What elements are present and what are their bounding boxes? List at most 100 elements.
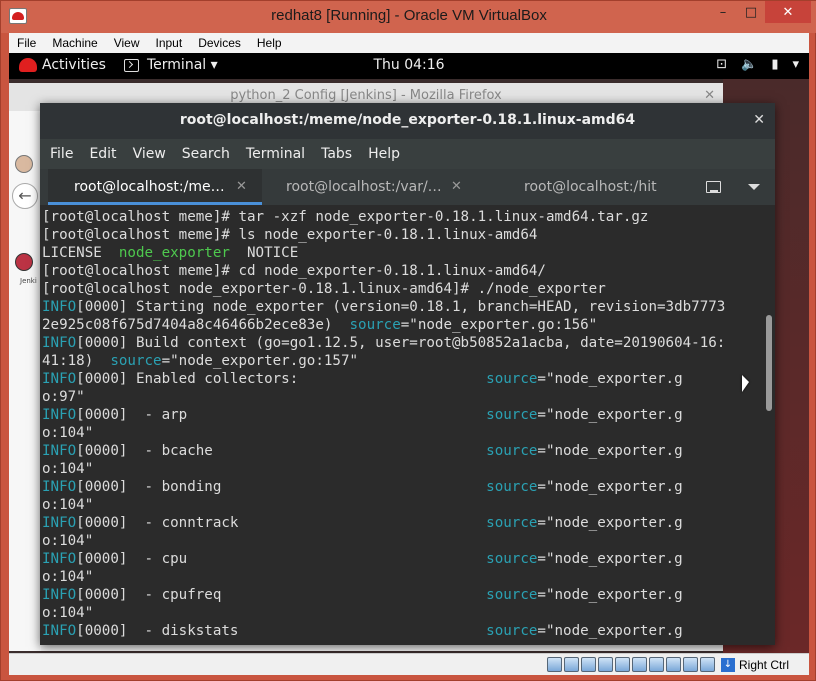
terminal-menu-search[interactable]: Search bbox=[174, 146, 238, 162]
terminal-menu-tabs[interactable]: Tabs bbox=[313, 146, 360, 162]
terminal-text: NOTICE bbox=[229, 245, 299, 261]
terminal-line: [root@localhost meme]# tar -xzf node_exp… bbox=[42, 208, 764, 226]
tabs-menu-icon[interactable] bbox=[748, 184, 760, 190]
menu-file[interactable]: File bbox=[9, 36, 44, 50]
terminal-text: source bbox=[349, 317, 401, 333]
host-key-label: Right Ctrl bbox=[738, 658, 789, 672]
maximize-icon[interactable]: □ bbox=[737, 1, 765, 23]
terminal-text: INFO bbox=[42, 587, 77, 603]
menu-machine[interactable]: Machine bbox=[44, 36, 105, 50]
gnome-top-bar: Activities Terminal ▾ Thu 04:16 ⊡ 🔈 ▮ ▾ bbox=[9, 53, 809, 79]
terminal-line: [root@localhost meme]# cd node_exporter-… bbox=[42, 262, 764, 280]
terminal-text: source bbox=[486, 407, 538, 423]
network-icon: ⊡ bbox=[716, 57, 728, 72]
video-capture-icon[interactable] bbox=[666, 657, 681, 672]
terminal-text: [0000] - cpu bbox=[76, 551, 487, 567]
terminal-text: INFO bbox=[42, 299, 77, 315]
terminal-menu-file[interactable]: File bbox=[42, 146, 81, 162]
terminal-tab-bar: root@localhost:/me… ✕ root@localhost:/va… bbox=[40, 169, 775, 205]
terminal-text: ="node_exporter.go:156" bbox=[400, 317, 598, 333]
terminal-text: [0000] - arp bbox=[76, 407, 487, 423]
tab-label: root@localhost:/hit bbox=[524, 179, 657, 195]
terminal-text: source bbox=[486, 371, 538, 387]
mouse-integration-icon[interactable] bbox=[700, 657, 715, 672]
terminal-text: LICENSE bbox=[42, 245, 119, 261]
terminal-line: [root@localhost meme]# ls node_exporter-… bbox=[42, 226, 764, 244]
terminal-line: o:104" bbox=[42, 460, 764, 478]
menu-view[interactable]: View bbox=[106, 36, 148, 50]
menu-help[interactable]: Help bbox=[249, 36, 290, 50]
terminal-app-icon bbox=[124, 59, 139, 72]
window-controls: – □ ✕ bbox=[709, 1, 811, 23]
tab-label: root@localhost:/var/… bbox=[286, 179, 442, 195]
terminal-menu-edit[interactable]: Edit bbox=[81, 146, 124, 162]
jenkins-label: Jenki bbox=[20, 277, 37, 285]
terminal-output[interactable]: [root@localhost meme]# tar -xzf node_exp… bbox=[40, 205, 764, 643]
tab-1[interactable]: root@localhost:/me… bbox=[48, 169, 262, 205]
menu-devices[interactable]: Devices bbox=[190, 36, 249, 50]
terminal-line: 2e925c08f675d7404a8c46466b2ece83e) sourc… bbox=[42, 316, 764, 334]
terminal-line: INFO[0000] - conntrack source="node_expo… bbox=[42, 514, 764, 532]
tab-3[interactable]: root@localhost:/hit bbox=[524, 169, 684, 205]
virtualbox-titlebar[interactable]: redhat8 [Running] - Oracle VM VirtualBox… bbox=[1, 1, 816, 33]
terminal-text: INFO bbox=[42, 479, 77, 495]
usb-icon[interactable] bbox=[615, 657, 630, 672]
terminal-window[interactable]: root@localhost:/meme/node_exporter-0.18.… bbox=[40, 103, 775, 645]
terminal-text: o:104" bbox=[42, 425, 94, 441]
terminal-text: [0000] - bonding bbox=[76, 479, 487, 495]
terminal-close-icon[interactable]: ✕ bbox=[753, 112, 765, 128]
tab-2[interactable]: root@localhost:/var/… bbox=[286, 169, 506, 205]
terminal-text: ="node_exporter.g bbox=[537, 587, 683, 603]
activities-button[interactable]: Activities bbox=[42, 57, 106, 73]
terminal-text: INFO bbox=[42, 443, 77, 459]
terminal-line: INFO[0000] - cpu source="node_exporter.g bbox=[42, 550, 764, 568]
terminal-line: INFO[0000] Starting node_exporter (versi… bbox=[42, 298, 764, 316]
terminal-line: [root@localhost node_exporter-0.18.1.lin… bbox=[42, 280, 764, 298]
tab-close-icon[interactable]: ✕ bbox=[236, 179, 247, 194]
back-arrow-icon[interactable]: ← bbox=[12, 183, 38, 209]
terminal-line: 41:18) source="node_exporter.go:157" bbox=[42, 352, 764, 370]
minimize-icon[interactable]: – bbox=[709, 1, 737, 23]
terminal-text: source bbox=[486, 623, 538, 639]
terminal-text: source bbox=[110, 353, 162, 369]
terminal-menu-help[interactable]: Help bbox=[360, 146, 408, 162]
terminal-text: ="node_exporter.g bbox=[537, 407, 683, 423]
terminal-text: [root@localhost meme]# tar -xzf node_exp… bbox=[42, 209, 649, 225]
display-icon[interactable] bbox=[649, 657, 664, 672]
terminal-menubar: File Edit View Search Terminal Tabs Help bbox=[40, 139, 775, 169]
terminal-line: INFO[0000] - bonding source="node_export… bbox=[42, 478, 764, 496]
tab-label: root@localhost:/me… bbox=[74, 179, 225, 195]
network-adapter-icon[interactable] bbox=[598, 657, 613, 672]
terminal-text: INFO bbox=[42, 515, 77, 531]
optical-drive-icon[interactable] bbox=[564, 657, 579, 672]
terminal-text: INFO bbox=[42, 335, 77, 351]
terminal-text: ="node_exporter.g bbox=[537, 623, 683, 639]
menu-input[interactable]: Input bbox=[148, 36, 191, 50]
jenkins-logo-icon[interactable] bbox=[15, 253, 33, 271]
firefox-close-icon[interactable]: ✕ bbox=[704, 88, 715, 103]
new-window-icon[interactable] bbox=[706, 181, 721, 193]
hard-disk-icon[interactable] bbox=[547, 657, 562, 672]
terminal-line: INFO[0000] Build context (go=go1.12.5, u… bbox=[42, 334, 764, 352]
terminal-text: source bbox=[486, 587, 538, 603]
chevron-down-icon: ▾ bbox=[792, 57, 799, 72]
vt-x-icon[interactable] bbox=[683, 657, 698, 672]
terminal-text: o:104" bbox=[42, 497, 94, 513]
close-icon[interactable]: ✕ bbox=[765, 1, 811, 23]
scrollbar-thumb[interactable] bbox=[766, 315, 772, 411]
terminal-menu-terminal[interactable]: Terminal bbox=[238, 146, 313, 162]
system-status-area[interactable]: ⊡ 🔈 ▮ ▾ bbox=[716, 57, 799, 72]
guest-screen[interactable]: Activities Terminal ▾ Thu 04:16 ⊡ 🔈 ▮ ▾ … bbox=[9, 53, 809, 653]
shared-folders-icon[interactable] bbox=[632, 657, 647, 672]
window-title: redhat8 [Running] - Oracle VM VirtualBox bbox=[271, 7, 547, 24]
tab-close-icon[interactable]: ✕ bbox=[451, 179, 462, 194]
terminal-scrollbar[interactable] bbox=[766, 215, 772, 639]
virtualbox-window: redhat8 [Running] - Oracle VM VirtualBox… bbox=[0, 0, 816, 681]
app-menu-button[interactable]: Terminal ▾ bbox=[147, 57, 218, 73]
terminal-text: source bbox=[486, 479, 538, 495]
audio-icon[interactable] bbox=[581, 657, 596, 672]
terminal-text: ="node_exporter.g bbox=[537, 551, 683, 567]
terminal-line: o:97" bbox=[42, 388, 764, 406]
terminal-menu-view[interactable]: View bbox=[125, 146, 174, 162]
mouse-cursor-icon bbox=[742, 375, 749, 392]
